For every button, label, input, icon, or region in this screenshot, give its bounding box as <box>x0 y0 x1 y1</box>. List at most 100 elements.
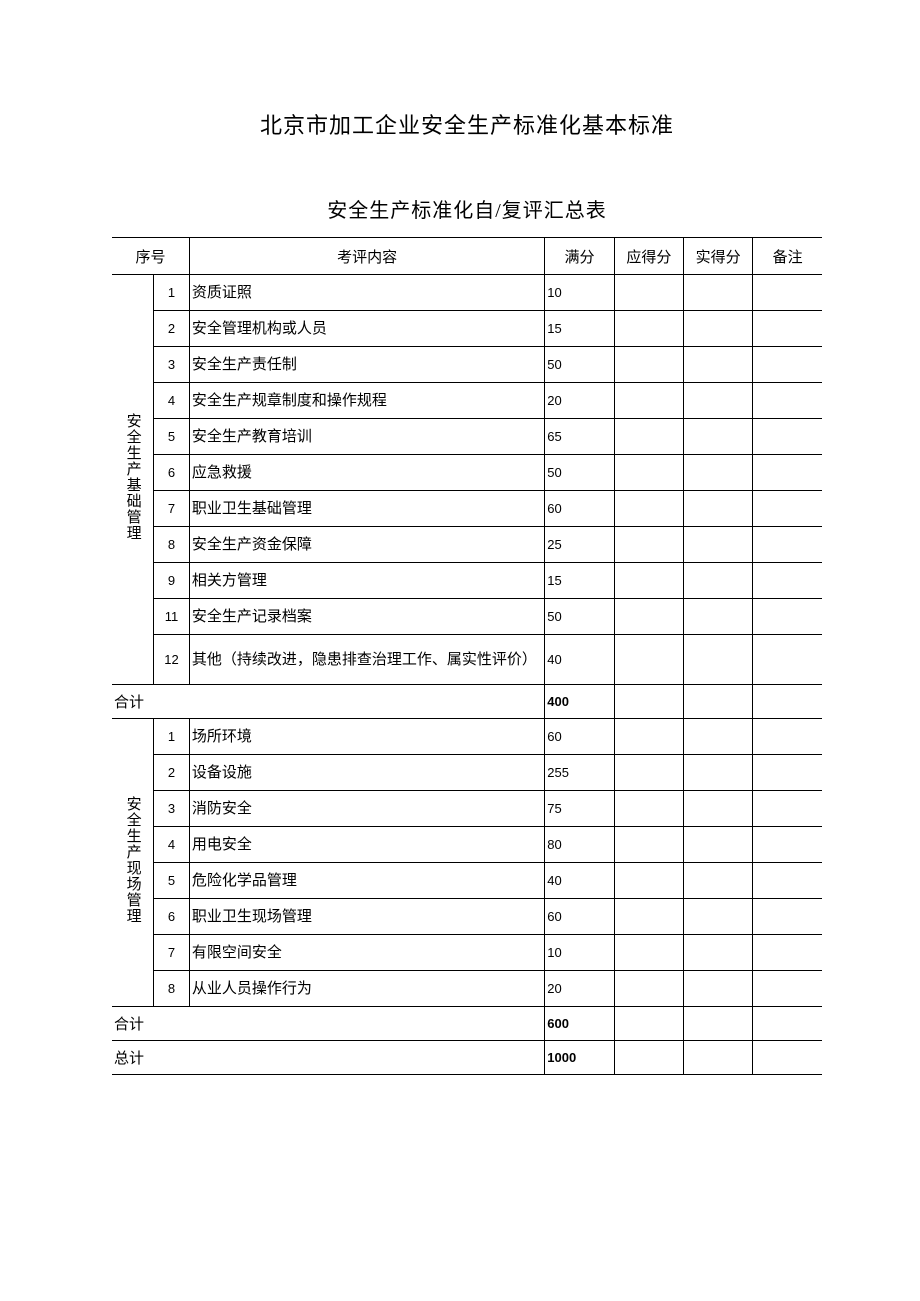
row-got <box>683 527 752 563</box>
table-row: 11 安全生产记录档案 50 <box>112 599 822 635</box>
row-full: 20 <box>545 971 614 1007</box>
row-text: 职业卫生基础管理 <box>189 491 544 527</box>
row-full: 50 <box>545 347 614 383</box>
row-full: 80 <box>545 827 614 863</box>
row-text: 安全生产资金保障 <box>189 527 544 563</box>
row-text: 消防安全 <box>189 791 544 827</box>
table-row: 6 职业卫生现场管理 60 <box>112 899 822 935</box>
row-full: 60 <box>545 491 614 527</box>
subtotal-full: 400 <box>545 685 614 719</box>
row-note <box>753 719 822 755</box>
row-note <box>753 971 822 1007</box>
row-due <box>614 275 683 311</box>
header-due: 应得分 <box>614 238 683 275</box>
row-text: 安全管理机构或人员 <box>189 311 544 347</box>
total-got <box>683 1041 752 1075</box>
row-note <box>753 347 822 383</box>
table-row: 5 安全生产教育培训 65 <box>112 419 822 455</box>
subtotal-row-0: 合计 400 <box>112 685 822 719</box>
row-due <box>614 755 683 791</box>
table-row: 8 安全生产资金保障 25 <box>112 527 822 563</box>
subtotal-got <box>683 685 752 719</box>
header-got: 实得分 <box>683 238 752 275</box>
table-row: 12 其他（持续改进，隐患排查治理工作、属实性评价） 40 <box>112 635 822 685</box>
row-num: 4 <box>154 827 190 863</box>
row-text: 安全生产教育培训 <box>189 419 544 455</box>
row-note <box>753 863 822 899</box>
row-num: 11 <box>154 599 190 635</box>
row-full: 75 <box>545 791 614 827</box>
row-note <box>753 755 822 791</box>
row-full: 255 <box>545 755 614 791</box>
row-note <box>753 455 822 491</box>
row-num: 4 <box>154 383 190 419</box>
row-num: 8 <box>154 527 190 563</box>
row-note <box>753 791 822 827</box>
row-text: 应急救援 <box>189 455 544 491</box>
subtotal-note <box>753 1007 822 1041</box>
row-note <box>753 899 822 935</box>
row-due <box>614 383 683 419</box>
row-due <box>614 311 683 347</box>
total-note <box>753 1041 822 1075</box>
row-note <box>753 635 822 685</box>
row-num: 12 <box>154 635 190 685</box>
table-row: 7 职业卫生基础管理 60 <box>112 491 822 527</box>
row-num: 3 <box>154 791 190 827</box>
table-row: 5 危险化学品管理 40 <box>112 863 822 899</box>
row-got <box>683 899 752 935</box>
row-text: 从业人员操作行为 <box>189 971 544 1007</box>
table-row: 7 有限空间安全 10 <box>112 935 822 971</box>
subtotal-note <box>753 685 822 719</box>
row-num: 5 <box>154 863 190 899</box>
row-text: 其他（持续改进，隐患排查治理工作、属实性评价） <box>189 635 544 685</box>
table-row: 8 从业人员操作行为 20 <box>112 971 822 1007</box>
row-full: 60 <box>545 899 614 935</box>
subtotal-due <box>614 1007 683 1041</box>
group-label-1: 安全生产现场管理 <box>112 719 154 1007</box>
row-note <box>753 599 822 635</box>
row-full: 60 <box>545 719 614 755</box>
row-text: 安全生产规章制度和操作规程 <box>189 383 544 419</box>
row-got <box>683 971 752 1007</box>
subtotal-label: 合计 <box>112 685 545 719</box>
header-full: 满分 <box>545 238 614 275</box>
total-label: 总计 <box>112 1041 545 1075</box>
row-due <box>614 563 683 599</box>
subtotal-label: 合计 <box>112 1007 545 1041</box>
row-got <box>683 419 752 455</box>
row-got <box>683 755 752 791</box>
row-num: 2 <box>154 311 190 347</box>
row-due <box>614 419 683 455</box>
main-title: 北京市加工企业安全生产标准化基本标准 <box>112 108 822 140</box>
row-got <box>683 719 752 755</box>
table-row: 2 设备设施 255 <box>112 755 822 791</box>
row-num: 1 <box>154 275 190 311</box>
row-due <box>614 347 683 383</box>
row-note <box>753 275 822 311</box>
row-due <box>614 935 683 971</box>
row-due <box>614 899 683 935</box>
row-note <box>753 491 822 527</box>
subtotal-due <box>614 685 683 719</box>
subtotal-got <box>683 1007 752 1041</box>
row-num: 1 <box>154 719 190 755</box>
row-full: 50 <box>545 599 614 635</box>
row-text: 场所环境 <box>189 719 544 755</box>
row-note <box>753 383 822 419</box>
row-text: 安全生产责任制 <box>189 347 544 383</box>
row-full: 10 <box>545 275 614 311</box>
row-full: 40 <box>545 635 614 685</box>
row-num: 7 <box>154 491 190 527</box>
row-got <box>683 311 752 347</box>
group-label-0: 安全生产基础管理 <box>112 275 154 685</box>
total-full: 1000 <box>545 1041 614 1075</box>
row-text: 相关方管理 <box>189 563 544 599</box>
row-num: 7 <box>154 935 190 971</box>
subtotal-full: 600 <box>545 1007 614 1041</box>
row-text: 设备设施 <box>189 755 544 791</box>
table-row: 3 消防安全 75 <box>112 791 822 827</box>
row-text: 安全生产记录档案 <box>189 599 544 635</box>
total-due <box>614 1041 683 1075</box>
row-due <box>614 827 683 863</box>
